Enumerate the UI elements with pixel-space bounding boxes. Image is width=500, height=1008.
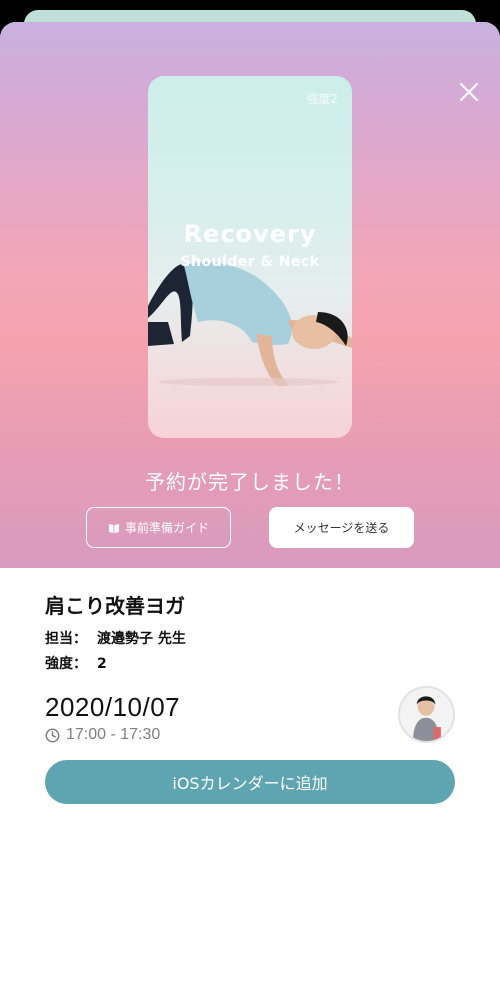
intensity-label: 強度： <box>45 656 87 672</box>
add-to-ios-calendar-label: iOSカレンダーに追加 <box>172 774 328 793</box>
class-time: 17:00 - 17:30 <box>45 726 160 744</box>
add-to-ios-calendar-button[interactable]: iOSカレンダーに追加 <box>45 760 455 804</box>
preparation-guide-label: 事前準備ガイド <box>124 521 209 535</box>
class-date: 2020/10/07 <box>45 692 181 722</box>
clock-icon <box>45 728 60 742</box>
intensity-row: 強度： 2 <box>45 653 107 673</box>
thumbnail-title: Recovery <box>183 220 317 248</box>
class-time-text: 17:00 - 17:30 <box>66 726 161 743</box>
class-details: 肩こり改善ヨガ 担当： 渡邉勢子 先生 強度： 2 <box>45 590 465 672</box>
book-icon <box>108 523 119 533</box>
send-message-button[interactable]: メッセージを送る <box>269 507 414 548</box>
instructor-photo <box>400 688 453 741</box>
hero-section: 強度2 Recovery Shoulder & Neck 予約が完了しました！ <box>0 22 500 568</box>
thumbnail-intensity-tag: 強度2 <box>306 92 338 106</box>
class-name: 肩こり改善ヨガ <box>45 594 185 618</box>
completion-message: 予約が完了しました！ <box>145 470 355 494</box>
instructor-avatar[interactable] <box>398 686 455 743</box>
yoga-figure-illustration <box>148 262 352 386</box>
intensity-value: 2 <box>97 656 107 672</box>
thumbnail-subtitle: Shoulder & Neck <box>180 254 320 270</box>
close-icon <box>460 83 478 101</box>
close-button[interactable] <box>455 78 483 106</box>
class-thumbnail: 強度2 Recovery Shoulder & Neck <box>148 76 352 438</box>
preparation-guide-button[interactable]: 事前準備ガイド <box>86 507 231 548</box>
instructor-label: 担当： <box>45 631 87 647</box>
instructor-name: 渡邉勢子 先生 <box>97 631 186 647</box>
send-message-label: メッセージを送る <box>293 521 390 535</box>
instructor-row: 担当： 渡邉勢子 先生 <box>45 628 186 648</box>
booking-complete-sheet: 強度2 Recovery Shoulder & Neck 予約が完了しました！ <box>0 22 500 1008</box>
